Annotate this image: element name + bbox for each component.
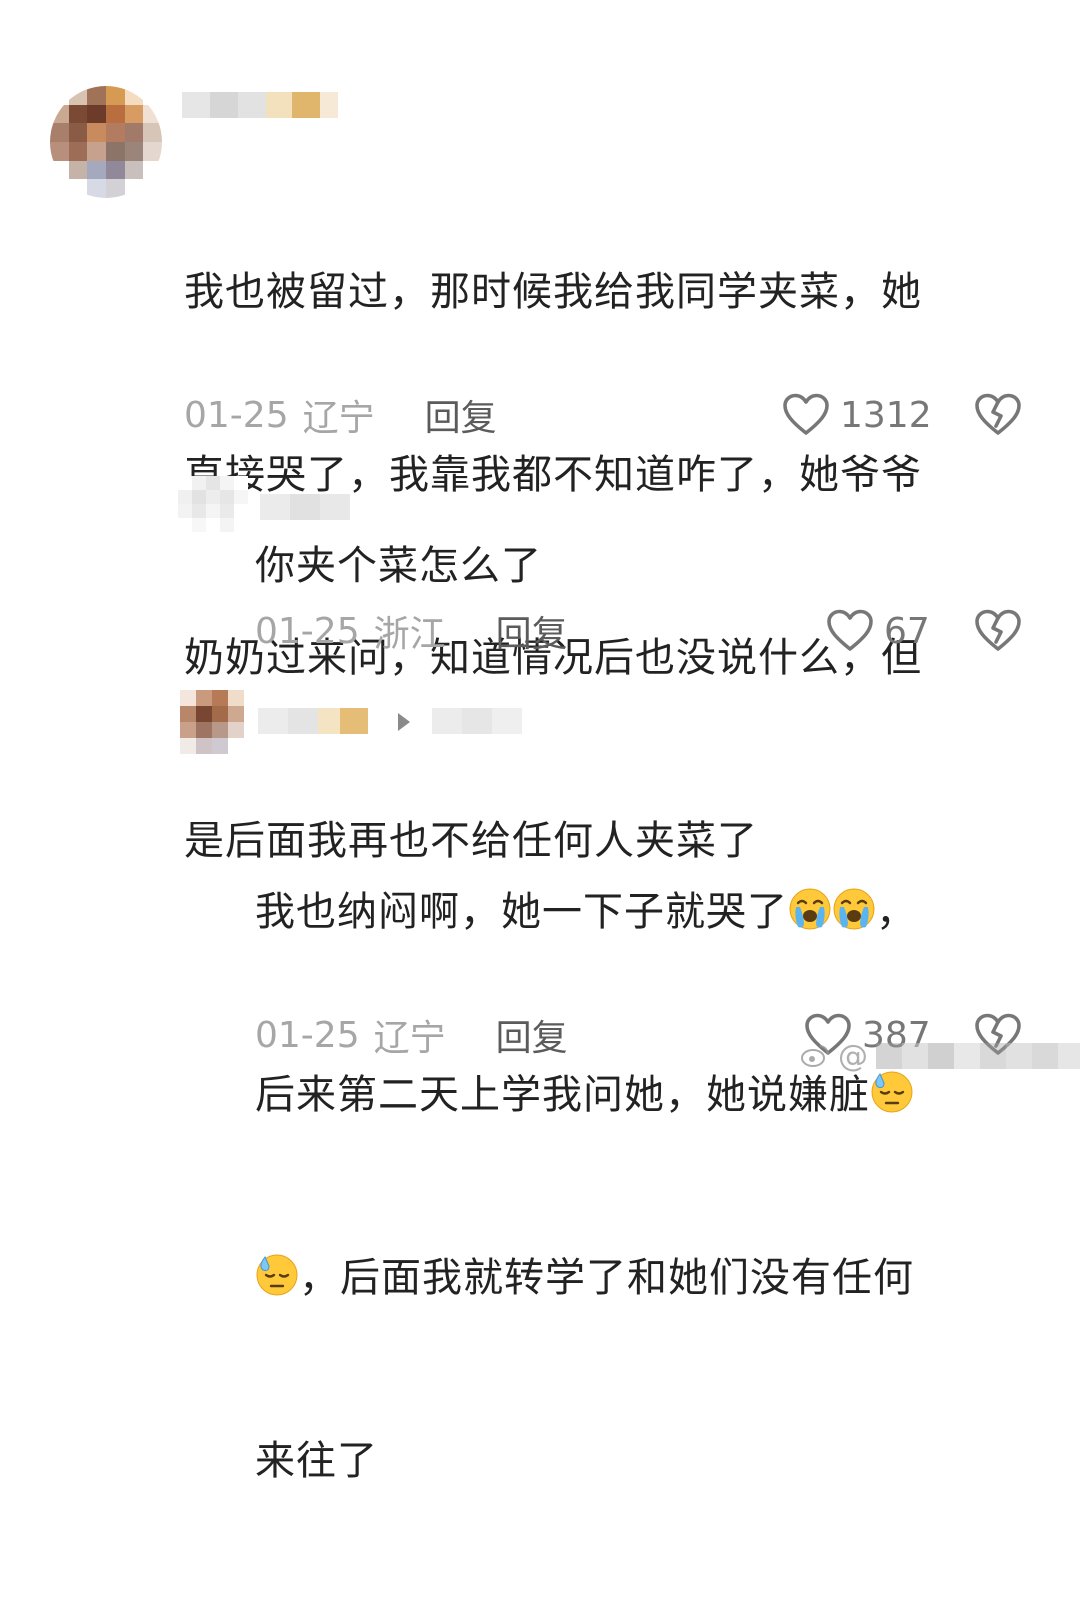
like-count: 67 <box>884 610 930 652</box>
comment-meta: 01-25 辽宁 回复 <box>255 1010 568 1060</box>
username[interactable] <box>182 92 338 118</box>
downcast-face-with-sweat-icon <box>256 1254 298 1296</box>
broken-heart-icon[interactable] <box>974 392 1022 438</box>
weibo-logo-icon <box>801 1045 829 1067</box>
text-segment: 我也纳闷啊，她一下子就哭了 <box>255 889 788 935</box>
reply-arrow-icon <box>398 713 410 731</box>
text-line: ，后面我就转学了和她们没有任何 <box>255 1248 1055 1309</box>
timestamp: 01-25 <box>255 610 360 652</box>
loudly-crying-face-icon <box>789 888 831 930</box>
region: 辽宁 <box>302 398 375 439</box>
loudly-crying-face-icon <box>833 888 875 930</box>
comment-text: 我也纳闷啊，她一下子就哭了 ， 后来第二天上学我问她，她说嫌脏 ，后面我就转学了… <box>255 760 1055 1614</box>
timestamp: 01-25 <box>255 1014 360 1056</box>
comment-meta: 01-25 浙江 回复 <box>255 606 568 656</box>
text-segment: ， <box>876 889 917 935</box>
comment-meta: 01-25 辽宁 回复 <box>184 390 497 440</box>
reply-button[interactable]: 回复 <box>496 1009 568 1061</box>
timestamp: 01-25 <box>184 394 289 436</box>
comment-text: 你夹个菜怎么了 <box>255 543 542 589</box>
avatar[interactable] <box>180 690 244 754</box>
username[interactable] <box>260 494 350 520</box>
text-line: 来往了 <box>255 1438 378 1484</box>
heart-icon <box>827 609 873 651</box>
text-line: 我也纳闷啊，她一下子就哭了 ， <box>255 882 1055 943</box>
avatar[interactable] <box>178 476 248 532</box>
watermark-handle <box>876 1043 1080 1069</box>
watermark-at: @ <box>838 1038 868 1074</box>
region: 辽宁 <box>373 1018 446 1059</box>
username[interactable] <box>258 708 368 734</box>
like-count: 1312 <box>840 394 932 436</box>
broken-heart-icon[interactable] <box>974 608 1022 654</box>
heart-icon <box>783 393 829 435</box>
text-line: 我也被留过，那时候我给我同学夹菜，她 <box>184 269 922 315</box>
like-button[interactable]: 1312 <box>782 390 932 440</box>
text-segment: ，后面我就转学了和她们没有任何 <box>299 1255 914 1301</box>
avatar[interactable] <box>50 86 162 198</box>
watermark: @ <box>800 1028 1080 1084</box>
region: 浙江 <box>373 614 446 655</box>
like-button[interactable]: 67 <box>826 606 930 656</box>
text-segment: 后来第二天上学我问她，她说嫌脏 <box>255 1072 870 1118</box>
reply-target-username[interactable] <box>432 708 522 734</box>
reply-button[interactable]: 回复 <box>496 605 568 657</box>
reply-button[interactable]: 回复 <box>425 389 497 441</box>
